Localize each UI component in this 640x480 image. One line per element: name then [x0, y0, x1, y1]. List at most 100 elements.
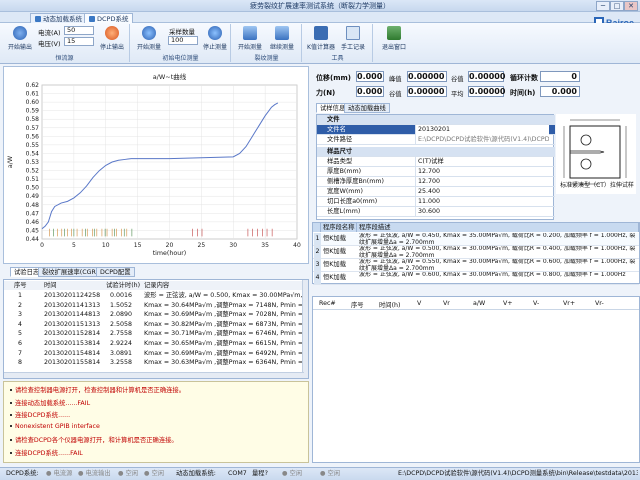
- prop-value[interactable]: 12.700: [415, 177, 549, 187]
- group-tools: K值计算器 手工记录 工具: [303, 24, 373, 62]
- data-col-header: V-: [533, 300, 540, 307]
- prop-row[interactable]: 长度L(mm) 30.600: [317, 207, 555, 217]
- program-name: 恒K加载: [323, 261, 347, 268]
- log-row[interactable]: 1 20130201124258 0.0016 波形 = 正弦波, a/W = 0.5…: [4, 291, 304, 300]
- y-tick-label: 0.60: [26, 99, 40, 106]
- prop-row[interactable]: 厚度B(mm) 12.700: [317, 167, 555, 177]
- data-col-header: V: [417, 300, 422, 307]
- prop-value[interactable]: 25.400: [415, 187, 549, 197]
- prop-row[interactable]: 侧槽净厚度Bn(mm) 12.700: [317, 177, 555, 187]
- log-row[interactable]: 3 20130201144813 2.0890 Kmax = 30.69MPa√m ,…: [4, 310, 304, 319]
- title-bar: 疲劳裂纹扩展速率测试系统（断裂力学测量） ─ □ ✕: [0, 0, 640, 12]
- tab-load-curve[interactable]: 动态加载曲线: [344, 103, 390, 113]
- prop-value[interactable]: E:\DCPD\DCPD试验软件\源代码(V1.4)\DCPD测量: [415, 135, 549, 145]
- y-tick-label: 0.62: [26, 82, 40, 89]
- prop-key: 文件路径: [327, 136, 353, 143]
- group-exit: 退出窗口: [374, 24, 414, 62]
- k-calculator-button[interactable]: K值计算器: [307, 26, 335, 51]
- section-size[interactable]: 样品尺寸: [317, 147, 555, 157]
- button-label: 停止输出: [99, 44, 124, 51]
- voltage-input[interactable]: 15: [64, 37, 94, 46]
- current-label: 电流(A): [38, 29, 61, 37]
- program-desc: 波形 = 正弦波, a/W = 0.450, Kmax = 35.00MPa√m…: [359, 233, 636, 245]
- log-row[interactable]: 4 20130201151313 2.5058 Kmax = 30.82MPa√m ,…: [4, 320, 304, 329]
- current-input[interactable]: 50: [64, 26, 94, 35]
- prop-row[interactable]: 样品类型 C(T)试样: [317, 157, 555, 167]
- init-start-button[interactable]: 开始测量: [135, 26, 163, 51]
- group-caption: 裂纹测量: [254, 55, 279, 62]
- prop-row[interactable]: 宽度W(mm) 25.400: [317, 187, 555, 197]
- time-label: 时间(h): [510, 89, 536, 97]
- group-current-source: 开始输出 电流(A) 50 电压(V) 15 停止输出 恒流源: [0, 24, 130, 62]
- log-vertical-scrollbar[interactable]: [302, 280, 308, 378]
- log-row[interactable]: 7 20130201154814 3.0891 Kmax = 30.69MPa√m ,…: [4, 349, 304, 358]
- log-cell-h: 3.2558: [110, 359, 133, 367]
- x-tick-label: 35: [261, 242, 269, 249]
- status-text: 电流输出: [85, 470, 111, 477]
- data-col-header: 序号: [351, 302, 364, 309]
- section-file[interactable]: 文件: [317, 115, 555, 125]
- prop-value[interactable]: 11.000: [415, 197, 549, 207]
- log-row[interactable]: 2 20130201141313 1.5052 Kmax = 30.64MPa√m ,…: [4, 301, 304, 310]
- window-title: 疲劳裂纹扩展速率测试系统（断裂力学测量）: [250, 2, 390, 10]
- crack-resume-button[interactable]: 继续测量: [268, 26, 296, 51]
- prop-key: 长度L(mm): [327, 208, 361, 215]
- prop-file-path[interactable]: 文件路径 E:\DCPD\DCPD试验软件\源代码(V1.4)\DCPD测量: [317, 135, 555, 145]
- restore-button[interactable]: □: [610, 1, 624, 11]
- log-row[interactable]: 6 20130201153814 2.9224 Kmax = 30.65MPa√m ,…: [4, 339, 304, 348]
- stop-icon: [208, 26, 222, 40]
- log-cell-h: 3.0891: [110, 349, 133, 357]
- program-row[interactable]: 4 恒K加载 波形 = 正弦波, a/W = 0.600, Kmax = 30.00…: [313, 272, 639, 285]
- data-col-header: Rec#: [319, 300, 336, 307]
- sample-count-input[interactable]: 100: [168, 36, 198, 45]
- program-row[interactable]: 3 恒K加载 波形 = 正弦波, a/W = 0.550, Kmax = 30.00…: [313, 259, 639, 272]
- data-col-header: a/W: [473, 300, 486, 307]
- bullet-icon: [10, 414, 12, 416]
- program-desc: 波形 = 正弦波, a/W = 0.500, Kmax = 30.00MPa√m…: [359, 246, 636, 258]
- log-header-row: 序号 时间 试验计时(h) 记录内容: [4, 281, 304, 290]
- init-stop-button[interactable]: 停止测量: [201, 26, 229, 51]
- y-tick-label: 0.50: [26, 185, 40, 192]
- program-index: 4: [314, 272, 321, 284]
- log-cell-time: 20130201155814: [44, 359, 101, 367]
- x-tick-label: 40: [293, 242, 301, 249]
- program-row[interactable]: 2 恒K加载 波形 = 正弦波, a/W = 0.500, Kmax = 30.00…: [313, 246, 639, 259]
- force-label: 力(N): [316, 89, 336, 97]
- stop-output-button[interactable]: 停止输出: [98, 26, 126, 51]
- prop-value[interactable]: C(T)试样: [415, 157, 549, 167]
- crack-start-button[interactable]: 开始测量: [236, 26, 264, 51]
- log-cell-no: 5: [18, 330, 23, 338]
- prop-value[interactable]: 30.600: [415, 207, 549, 217]
- force-value: 0.000: [356, 86, 384, 97]
- tab-cgr[interactable]: 裂纹扩展速率(CGR): [38, 267, 103, 277]
- start-output-button[interactable]: 开始输出: [6, 26, 34, 51]
- data-col-header: Vr-: [595, 300, 604, 307]
- log-row[interactable]: 8 20130201155814 3.2558 Kmax = 30.63MPa√m ,…: [4, 358, 304, 367]
- prop-value[interactable]: 20130201: [415, 125, 549, 135]
- prop-value[interactable]: 12.700: [415, 167, 549, 177]
- message-line: Nonexistent GPIB interface: [10, 423, 100, 430]
- section-title: 样品尺寸: [327, 148, 353, 155]
- tab-dcpd-config[interactable]: DCPD配置: [96, 267, 135, 277]
- peak-label: 峰值: [389, 76, 402, 83]
- log-cell-content: Kmax = 30.64MPa√m ,调整Pmax = 7148N, Pmin …: [144, 301, 302, 309]
- message-line: 连接DCPD系统......: [10, 410, 70, 419]
- close-button[interactable]: ✕: [624, 1, 638, 11]
- status-idle-1: ● 空闲: [118, 470, 139, 477]
- minimize-button[interactable]: ─: [596, 1, 610, 11]
- tab-dcpd[interactable]: DCPD系统: [84, 13, 134, 23]
- col-header-content: 记录内容: [144, 282, 170, 289]
- prop-key: 切口长度a0(mm): [327, 198, 378, 205]
- log-row[interactable]: 5 20130201152814 2.7558 Kmax = 30.71MPa√m ,…: [4, 329, 304, 338]
- exit-window-button[interactable]: 退出窗口: [380, 26, 408, 51]
- prop-row[interactable]: 切口长度a0(mm) 11.000: [317, 197, 555, 207]
- program-row[interactable]: 1 恒K加载 波形 = 正弦波, a/W = 0.450, Kmax = 35.00…: [313, 233, 639, 246]
- y-tick-label: 0.53: [26, 159, 40, 166]
- log-horizontal-scrollbar[interactable]: [4, 372, 304, 378]
- log-cell-time: 20130201153814: [44, 340, 101, 347]
- tab-dynamic-load[interactable]: 动态加载系统: [30, 13, 87, 23]
- manual-record-button[interactable]: 手工记录: [339, 26, 367, 51]
- message-line: 请检查DCPD各个仪器电源打开，和计算机是否正确连接。: [10, 435, 178, 444]
- prop-file-name[interactable]: 文件名 20130201: [317, 125, 555, 135]
- resume-icon: [275, 26, 289, 40]
